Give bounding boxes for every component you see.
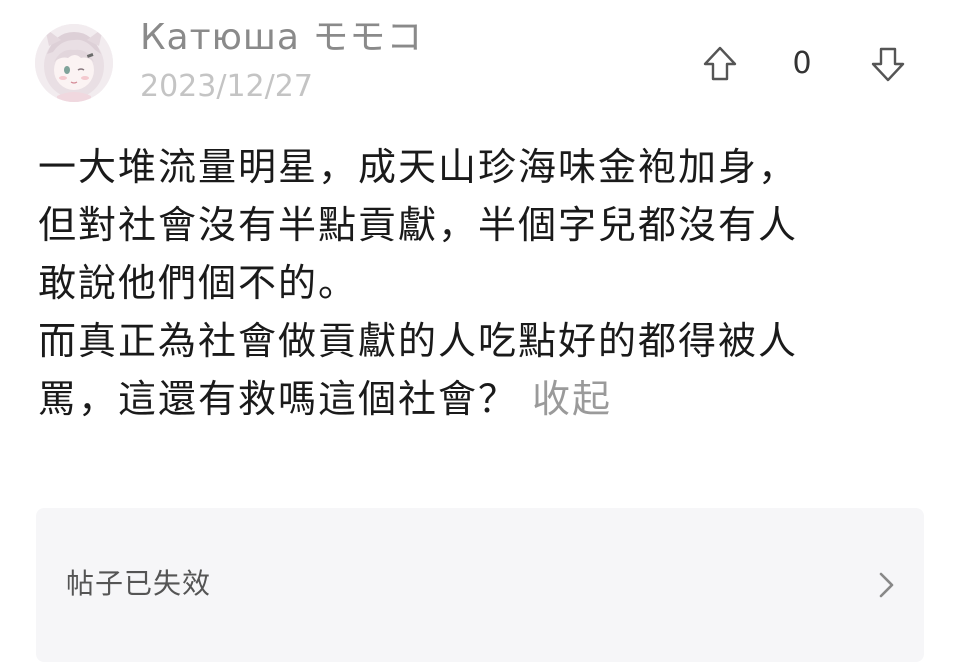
anime-girl-avatar-icon bbox=[35, 24, 113, 102]
comment-line: 但對社會沒有半點貢獻，半個字兒都沒有人 bbox=[38, 203, 799, 247]
arrow-down-icon bbox=[871, 47, 905, 82]
collapse-button[interactable]: 收起 bbox=[532, 377, 612, 421]
chevron-right-icon bbox=[876, 568, 898, 602]
upvote-button[interactable] bbox=[700, 44, 740, 84]
linked-post-card[interactable]: 帖子已失效 bbox=[36, 508, 924, 662]
comment-item: Катюша モモコ 2023/12/27 0 一大堆流量明星，成天山珍海味金袍… bbox=[0, 0, 960, 669]
comment-line: 而真正為社會做貢獻的人吃點好的都得被人 bbox=[38, 319, 799, 363]
comment-line-last: 罵，這還有救嗎這個社會？ 收起 bbox=[38, 370, 928, 428]
post-date: 2023/12/27 bbox=[140, 69, 313, 104]
downvote-button[interactable] bbox=[868, 44, 908, 84]
arrow-up-icon bbox=[703, 46, 737, 81]
username[interactable]: Катюша モモコ bbox=[140, 16, 423, 60]
avatar[interactable] bbox=[35, 24, 113, 102]
comment-line: 罵，這還有救嗎這個社會？ bbox=[38, 377, 519, 421]
vote-count: 0 bbox=[792, 46, 812, 81]
comment-line: 敢說他們個不的。 bbox=[38, 261, 359, 305]
comment-line: 一大堆流量明星，成天山珍海味金袍加身， bbox=[38, 145, 799, 189]
linked-post-status: 帖子已失效 bbox=[66, 567, 212, 600]
comment-body: 一大堆流量明星，成天山珍海味金袍加身， 但對社會沒有半點貢獻，半個字兒都沒有人 … bbox=[38, 138, 928, 428]
